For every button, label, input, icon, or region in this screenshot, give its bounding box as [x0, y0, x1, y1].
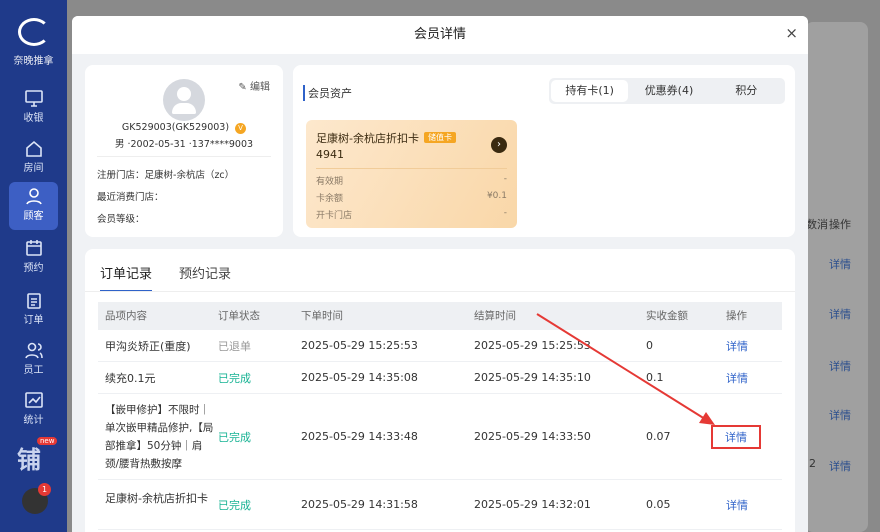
arrow-line: [536, 313, 706, 420]
annotation-arrow-icon: [536, 313, 715, 425]
arrow-head: [699, 412, 715, 425]
